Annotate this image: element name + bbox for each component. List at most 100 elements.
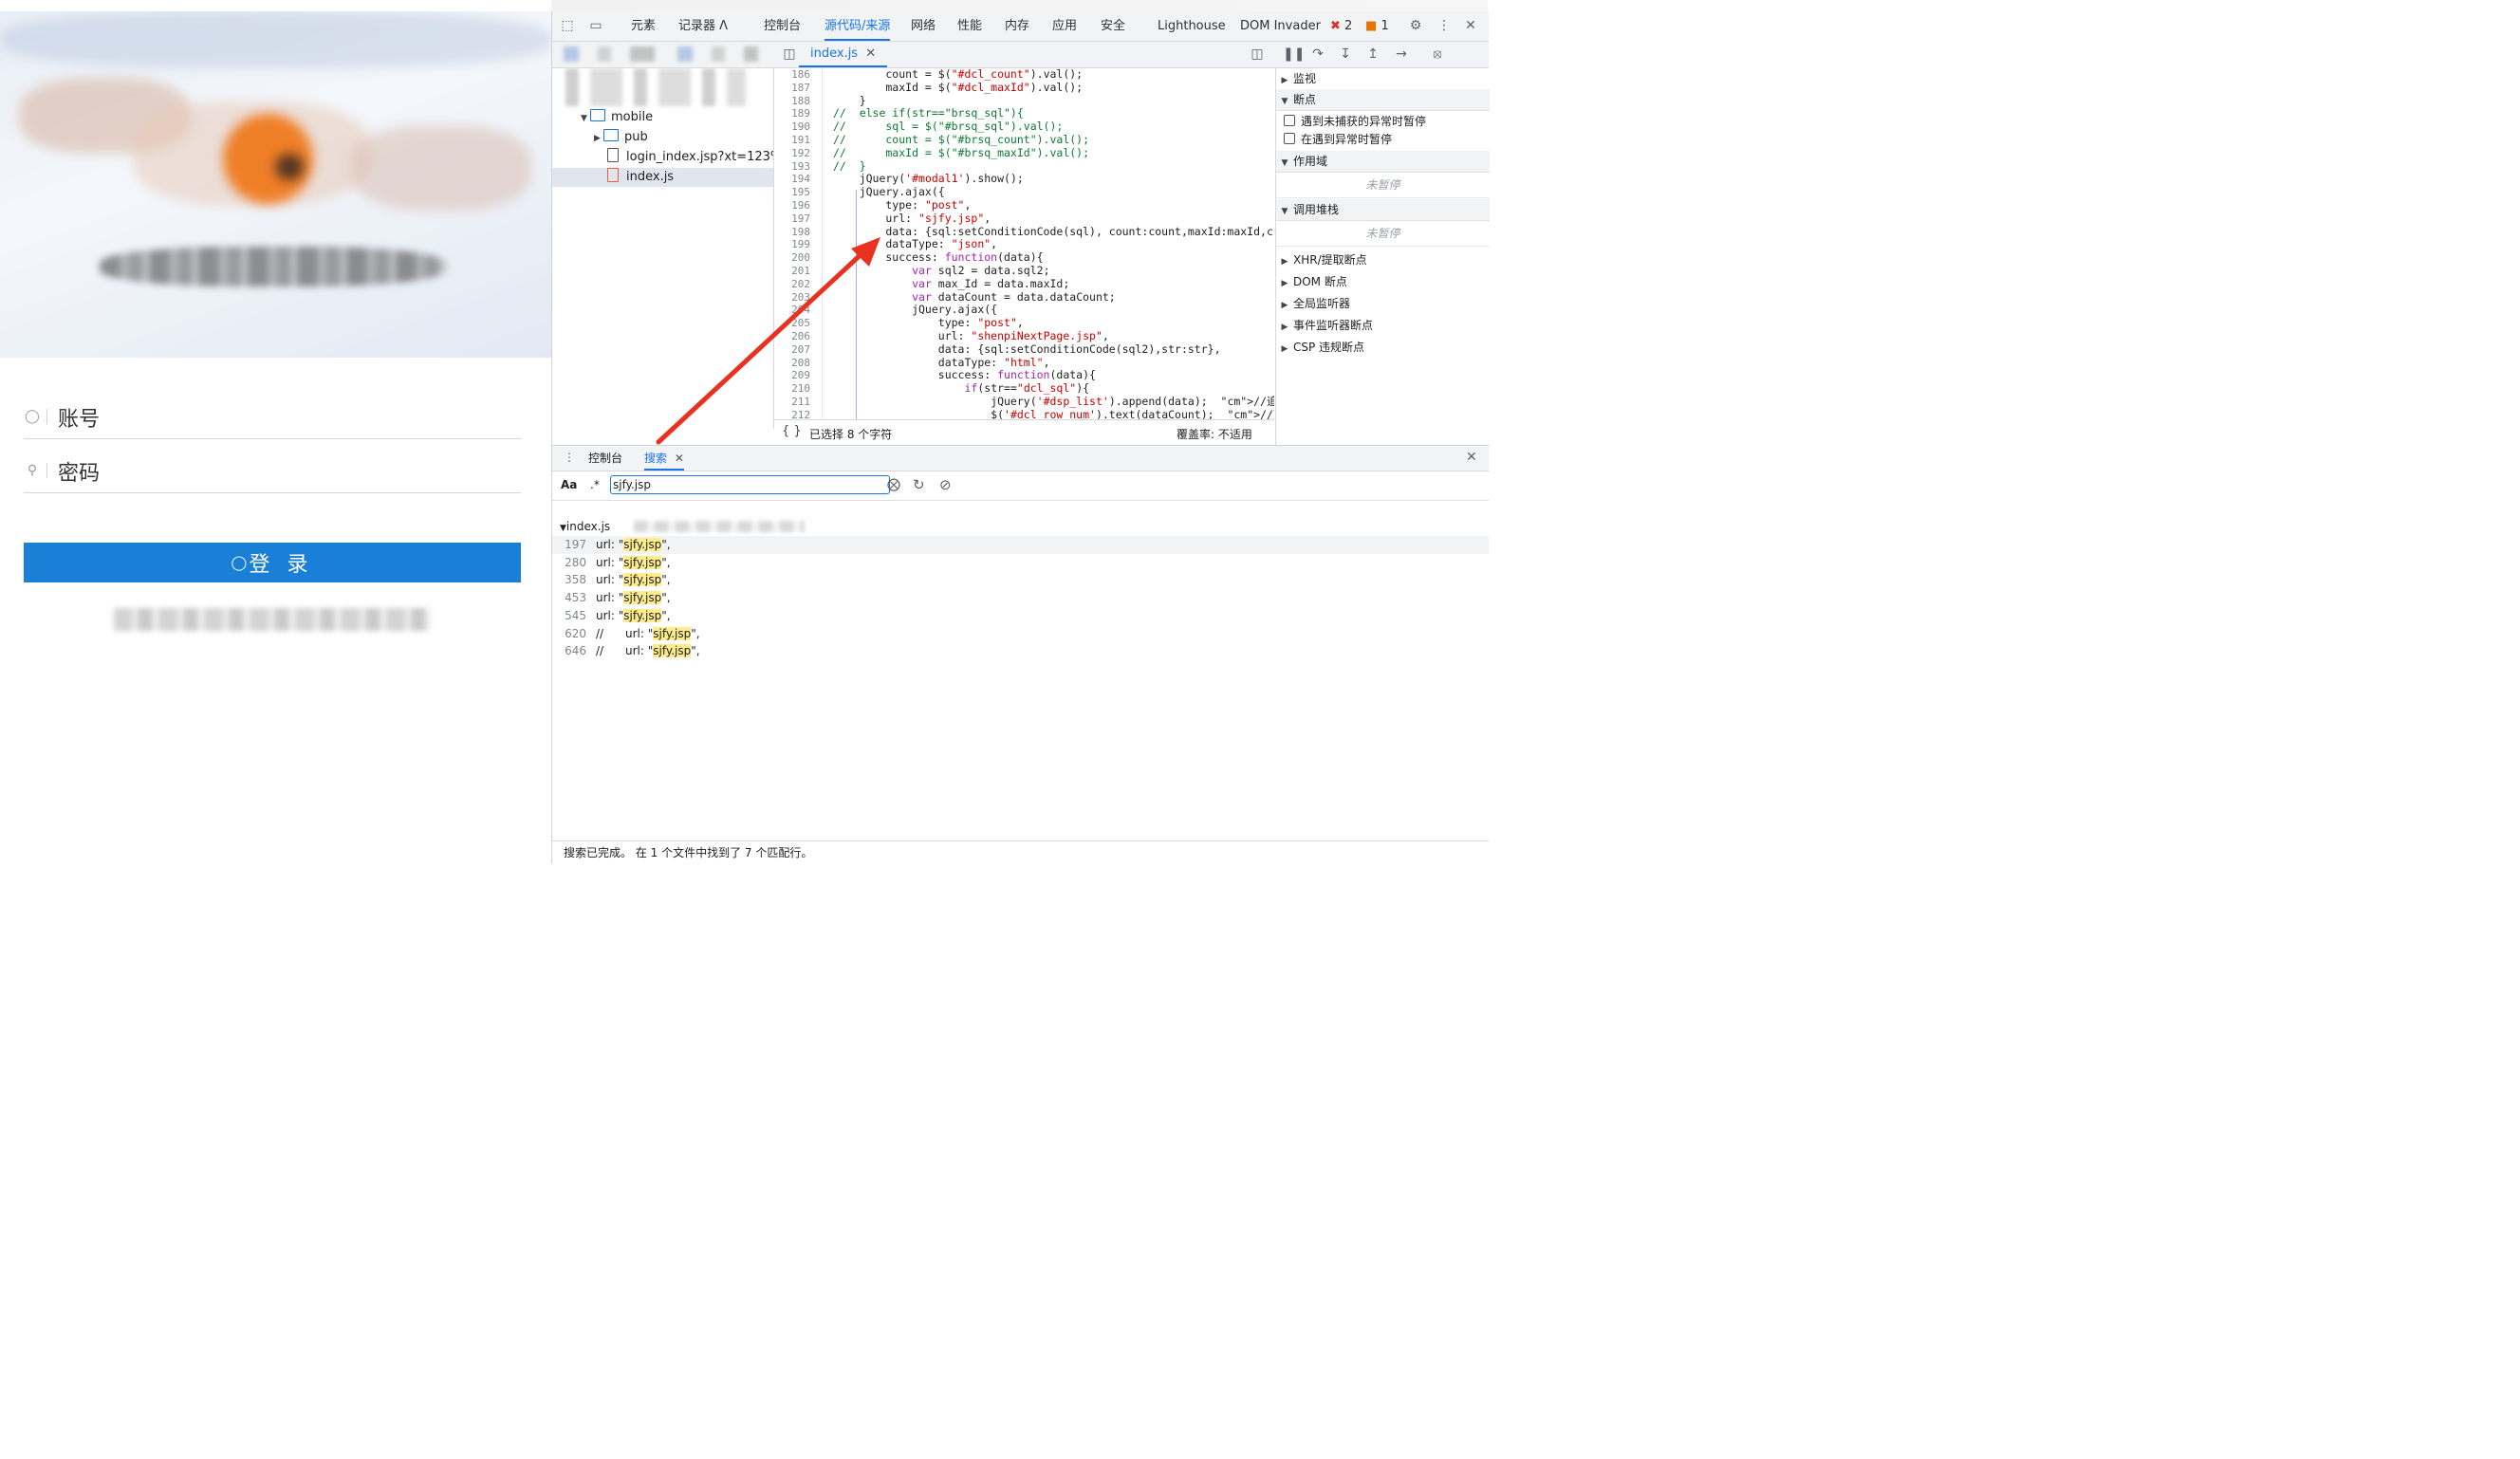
tree-file-index-js[interactable]: index.js [552, 168, 773, 187]
checkbox[interactable] [1284, 115, 1295, 126]
inspect-element-icon[interactable]: ⬚ [560, 18, 575, 33]
line-number[interactable]: 193 [774, 160, 810, 174]
drawer-tab-console[interactable]: 控制台 [588, 446, 622, 471]
tree-folder-mobile[interactable]: ▼ mobile [581, 108, 653, 127]
line-number[interactable]: 198 [774, 226, 810, 239]
section-label: XHR/提取断点 [1293, 253, 1367, 267]
step-into-icon[interactable]: ↧ [1338, 46, 1353, 62]
search-result-row[interactable]: 453 url: "sjfy.jsp", [552, 589, 1489, 607]
section-dom-breakpoints[interactable]: ▶ DOM 断点 [1276, 271, 1490, 292]
tab-recorder[interactable]: 记录器 Λ [678, 11, 728, 41]
result-file-header[interactable]: ▼index.js [560, 518, 610, 535]
search-result-row[interactable]: 646 // url: "sjfy.jsp", [552, 642, 1489, 660]
login-button[interactable]: ◯ 登 录 [24, 543, 521, 582]
line-number[interactable]: 206 [774, 330, 810, 343]
line-number[interactable]: 192 [774, 147, 810, 160]
search-result-row[interactable]: 545 url: "sjfy.jsp", [552, 607, 1489, 625]
line-number[interactable]: 194 [774, 173, 810, 186]
line-number[interactable]: 190 [774, 120, 810, 134]
close-drawer-icon[interactable]: ✕ [1466, 450, 1477, 465]
tab-sources[interactable]: 源代码/来源 [825, 11, 891, 41]
section-global-listeners[interactable]: ▶ 全局监听器 [1276, 293, 1490, 314]
refresh-icon[interactable]: ↻ [913, 476, 925, 493]
pause-caught-checkbox[interactable]: 在遇到异常时暂停 [1276, 129, 1490, 150]
line-number[interactable]: 211 [774, 396, 810, 409]
tab-performance[interactable]: 性能 [957, 11, 982, 41]
line-number[interactable]: 200 [774, 251, 810, 265]
close-icon[interactable]: ✕ [675, 452, 684, 465]
checkbox[interactable] [1284, 133, 1295, 144]
device-toolbar-icon[interactable]: ▭ [588, 18, 603, 33]
regex-toggle[interactable]: .* [590, 478, 600, 491]
line-number[interactable]: 199 [774, 238, 810, 251]
account-field[interactable]: ◯ 账号 [24, 397, 521, 439]
line-number[interactable]: 186 [774, 68, 810, 82]
line-number[interactable]: 210 [774, 382, 810, 396]
tab-memory[interactable]: 内存 [1005, 11, 1029, 41]
line-number[interactable]: 212 [774, 409, 810, 419]
tree-folder-pub[interactable]: ▶ pub [594, 128, 648, 147]
section-event-listener-breakpoints[interactable]: ▶ 事件监听器断点 [1276, 315, 1490, 336]
line-number[interactable]: 195 [774, 186, 810, 199]
devtools-main-tabs: ⬚ ▭ 元素 记录器 Λ 控制台 源代码/来源 网络 性能 内存 应用 安全 L… [552, 11, 1489, 42]
close-icon[interactable]: ✕ [1463, 18, 1478, 33]
section-call-stack[interactable]: ▼ 调用堆栈 [1276, 199, 1490, 221]
step-over-icon[interactable]: ↷ [1310, 46, 1325, 62]
search-result-row[interactable]: 197 url: "sjfy.jsp", [552, 536, 1489, 554]
line-number[interactable]: 208 [774, 357, 810, 370]
more-options-icon[interactable]: ⋮ [1436, 18, 1452, 33]
line-number[interactable]: 201 [774, 265, 810, 278]
folder-icon [590, 109, 605, 121]
step-icon[interactable]: → [1394, 46, 1409, 62]
line-number[interactable]: 196 [774, 199, 810, 212]
clear-results-icon[interactable]: ⊘ [939, 476, 952, 493]
line-number[interactable]: 187 [774, 82, 810, 95]
toggle-debugger-icon[interactable]: ◫ [1250, 46, 1265, 62]
tab-dom-invader[interactable]: DOM Invader [1240, 11, 1321, 41]
code-editor[interactable]: 186 187 188 189 190 191 192 193 194 195 196 197 198 1… [774, 68, 1274, 419]
clear-search-icon[interactable]: ⨂ [887, 477, 900, 492]
section-breakpoints[interactable]: ▼ 断点 [1276, 89, 1490, 111]
line-number[interactable]: 207 [774, 343, 810, 357]
line-number[interactable]: 197 [774, 212, 810, 226]
deactivate-breakpoints-icon[interactable]: ⦻ [1430, 46, 1445, 62]
search-result-row[interactable]: 620 // url: "sjfy.jsp", [552, 625, 1489, 643]
line-number[interactable]: 204 [774, 304, 810, 317]
line-number[interactable]: 209 [774, 369, 810, 382]
more-options-icon[interactable]: ⋮ [564, 451, 575, 464]
step-out-icon[interactable]: ↥ [1365, 46, 1380, 62]
section-xhr-breakpoints[interactable]: ▶ XHR/提取断点 [1276, 249, 1490, 270]
match-case-toggle[interactable]: Aa [561, 478, 577, 491]
line-number[interactable]: 202 [774, 278, 810, 291]
drawer-tab-search[interactable]: 搜索 ✕ [644, 446, 684, 471]
search-input[interactable] [610, 475, 890, 494]
section-watch[interactable]: ▶ 监视 [1276, 68, 1490, 89]
line-number[interactable]: 203 [774, 291, 810, 305]
line-number[interactable]: 205 [774, 317, 810, 330]
line-number[interactable]: 188 [774, 95, 810, 108]
pause-icon[interactable]: ❚❚ [1283, 46, 1305, 62]
result-prefix: // url: " [596, 644, 654, 658]
gear-icon[interactable]: ⚙ [1408, 18, 1423, 33]
tree-file-login[interactable]: login_index.jsp?xt=123%22 [607, 148, 773, 167]
editor-tab-index-js[interactable]: index.js ✕ [799, 42, 888, 67]
section-csp-breakpoints[interactable]: ▶ CSP 违规断点 [1276, 337, 1490, 358]
tab-security[interactable]: 安全 [1101, 11, 1125, 41]
line-number[interactable]: 189 [774, 107, 810, 120]
close-icon[interactable]: ✕ [865, 46, 876, 61]
errors-badge[interactable]: ✖ 2 [1330, 11, 1352, 41]
tab-application[interactable]: 应用 [1052, 11, 1077, 41]
search-result-row[interactable]: 280 url: "sjfy.jsp", [552, 554, 1489, 572]
section-scope[interactable]: ▼ 作用域 [1276, 151, 1490, 173]
tab-console[interactable]: 控制台 [764, 11, 801, 41]
tab-lighthouse[interactable]: Lighthouse [1158, 11, 1226, 41]
result-match: sjfy.jsp [653, 626, 692, 640]
pretty-print-icon[interactable]: { } [782, 424, 802, 438]
password-field[interactable]: ⚲ 密码 [24, 451, 521, 493]
warnings-badge[interactable]: ■ 1 [1365, 11, 1389, 41]
line-number[interactable]: 191 [774, 134, 810, 147]
toggle-navigator-icon[interactable]: ◫ [782, 46, 797, 62]
search-result-row[interactable]: 358 url: "sjfy.jsp", [552, 571, 1489, 589]
tab-network[interactable]: 网络 [911, 11, 936, 41]
tab-elements[interactable]: 元素 [631, 11, 656, 41]
